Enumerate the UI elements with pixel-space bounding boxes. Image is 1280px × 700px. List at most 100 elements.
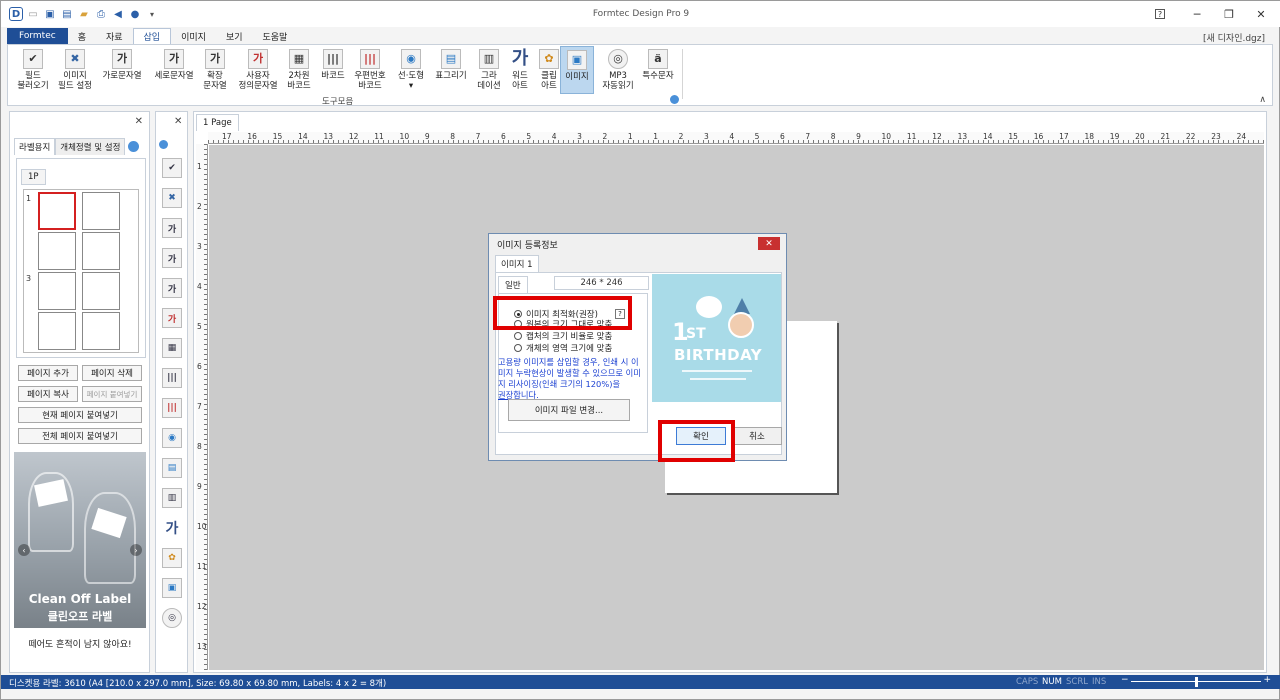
ribbon-separator xyxy=(682,49,683,99)
tab-image[interactable]: 이미지 xyxy=(171,28,216,44)
qr-barcode-button[interactable]: ▦ 2차원 바코드 xyxy=(284,49,314,91)
zoom-out-icon[interactable]: − xyxy=(1121,675,1129,685)
label-cell[interactable] xyxy=(82,272,120,310)
help-icon[interactable]: ? xyxy=(1155,9,1165,19)
postal-barcode-icon[interactable]: ||| xyxy=(162,398,182,418)
label-cell[interactable] xyxy=(82,192,120,230)
vertical-text-button[interactable]: 가 세로문자열 xyxy=(150,49,198,81)
tab-general[interactable]: 일반 xyxy=(498,276,528,294)
ruler-number: 10 xyxy=(881,132,892,141)
shape-icon: ◉ xyxy=(401,49,421,69)
copy-page-button[interactable]: 페이지 복사 xyxy=(18,386,78,402)
ribbon-label: 표그리기 xyxy=(435,71,467,81)
ruler-number: 4 xyxy=(551,132,557,141)
close-icon[interactable]: ✕ xyxy=(758,237,780,250)
tab-scroll-icon[interactable] xyxy=(128,141,140,152)
gradation-icon[interactable]: ▥ xyxy=(162,488,182,508)
advertisement-banner[interactable]: ‹ › Clean Off Label 클린오프 라벨 떼어도 흔적이 남지 않… xyxy=(14,452,146,658)
paste-all-pages-button[interactable]: 전체 페이지 붙여넣기 xyxy=(18,428,142,444)
field-load-button[interactable]: ✔ 필드 불러오기 xyxy=(14,49,52,91)
chevron-left-icon[interactable]: ‹ xyxy=(18,544,30,556)
option-capture-ratio[interactable]: 캡처의 크기 비율로 맞춤 xyxy=(514,330,612,342)
tab-data[interactable]: 자료 xyxy=(96,28,133,44)
horizontal-text-button[interactable]: 가 가로문자열 xyxy=(98,49,146,81)
vertical-text-icon[interactable]: 가 xyxy=(162,248,182,268)
glass-image xyxy=(84,492,136,584)
paste-current-page-button[interactable]: 현재 페이지 붙여넣기 xyxy=(18,407,142,423)
tab-object-align[interactable]: 개체정렬 및 설정 xyxy=(55,138,126,155)
change-image-file-button[interactable]: 이미지 파일 변경... xyxy=(508,399,630,421)
tab-help[interactable]: 도움말 xyxy=(253,28,298,44)
close-icon[interactable]: ✕ xyxy=(1247,5,1275,23)
mp3-button[interactable]: ◎ MP3 자동읽기 xyxy=(596,49,640,91)
ruler-number: 9 xyxy=(424,132,430,141)
label-cell[interactable] xyxy=(38,192,76,230)
label-cell[interactable] xyxy=(38,232,76,270)
collapse-ribbon-icon[interactable]: ∧ xyxy=(1259,95,1266,105)
shape-icon[interactable]: ◉ xyxy=(162,428,182,448)
label-cell[interactable] xyxy=(38,272,76,310)
option-fit-object[interactable]: 개체의 영역 크기에 맞춤 xyxy=(514,342,612,354)
ribbon-label: 세로문자열 xyxy=(154,71,194,81)
label-cell[interactable] xyxy=(38,312,76,350)
tab-formtec[interactable]: Formtec xyxy=(7,28,68,44)
ribbon-panel: ✔ 필드 불러오기 ✖ 이미지 필드 설정 가 가로문자열 가 세로문자열 가 … xyxy=(7,44,1273,107)
line-shape-button[interactable]: ◉ 선·도형 ▾ xyxy=(394,49,428,91)
zoom-slider[interactable]: − + xyxy=(1121,675,1271,687)
table-icon[interactable]: ▤ xyxy=(162,458,182,478)
tab-view[interactable]: 보기 xyxy=(216,28,253,44)
tab-image-1[interactable]: 이미지 1 xyxy=(495,255,539,272)
ruler-number: 3 xyxy=(197,242,202,251)
add-page-button[interactable]: 페이지 추가 xyxy=(18,365,78,381)
table-button[interactable]: ▤ 표그리기 xyxy=(432,49,470,81)
word-art-button[interactable]: 가 워드 아트 xyxy=(508,49,532,92)
gradation-button[interactable]: ▥ 그라 데이션 xyxy=(474,49,504,91)
ad-tagline: 떼어도 흔적이 남지 않아요! xyxy=(14,628,146,658)
paste-page-button[interactable]: 페이지 붙여넣기 xyxy=(82,386,142,402)
ruler-number: 7 xyxy=(475,132,481,141)
tools-scroll-icon[interactable] xyxy=(159,140,168,149)
group-dialog-launcher-icon[interactable] xyxy=(670,95,679,104)
cancel-button[interactable]: 취소 xyxy=(732,427,782,445)
tab-home[interactable]: 홈 xyxy=(68,28,96,44)
custom-text-button[interactable]: 가 사용자 정의문자열 xyxy=(234,49,282,91)
clip-art-button[interactable]: ✿ 클립 아트 xyxy=(536,49,562,91)
image-field-icon[interactable]: ✖ xyxy=(162,188,182,208)
barcode-button[interactable]: ||| 바코드 xyxy=(318,49,348,81)
tab-insert[interactable]: 삽입 xyxy=(132,28,172,44)
expanded-text-icon[interactable]: 가 xyxy=(162,278,182,298)
qr-code-icon[interactable]: ▦ xyxy=(162,338,182,358)
image-icon[interactable]: ▣ xyxy=(162,578,182,598)
tab-label-paper[interactable]: 라벨용지 xyxy=(14,138,56,155)
custom-text-icon[interactable]: 가 xyxy=(162,308,182,328)
label-cell[interactable] xyxy=(82,312,120,350)
zoom-in-icon[interactable]: + xyxy=(1263,675,1271,685)
close-icon[interactable]: ✕ xyxy=(135,116,143,127)
barcode-icon[interactable]: ||| xyxy=(162,368,182,388)
mp3-icon[interactable]: ◎ xyxy=(162,608,182,628)
zoom-thumb[interactable] xyxy=(1195,677,1198,687)
chevron-right-icon[interactable]: › xyxy=(130,544,142,556)
special-char-button[interactable]: ä 특수문자 xyxy=(640,49,676,81)
ruler-number: 8 xyxy=(450,132,456,141)
expanded-text-button[interactable]: 가 확장 문자열 xyxy=(200,49,230,91)
label-cell[interactable] xyxy=(82,232,120,270)
ribbon-label: 워드 아트 xyxy=(512,71,528,91)
delete-page-button[interactable]: 페이지 삭제 xyxy=(82,365,142,381)
word-art-icon[interactable]: 가 xyxy=(162,518,182,538)
close-icon[interactable]: ✕ xyxy=(174,116,182,127)
page-tab[interactable]: 1P xyxy=(21,169,46,185)
check-icon[interactable]: ✔ xyxy=(162,158,182,178)
postal-barcode-button[interactable]: ||| 우편번호 바코드 xyxy=(350,49,390,91)
expanded-text-icon: 가 xyxy=(205,49,225,69)
page-tab[interactable]: 1 Page xyxy=(196,114,239,131)
clip-art-icon[interactable]: ✿ xyxy=(162,548,182,568)
minimize-icon[interactable]: ─ xyxy=(1183,5,1211,23)
barcode-icon: ||| xyxy=(323,49,343,69)
image-button[interactable]: ▣ 이미지 xyxy=(560,46,594,94)
image-field-button[interactable]: ✖ 이미지 필드 설정 xyxy=(56,49,94,91)
horizontal-text-icon[interactable]: 가 xyxy=(162,218,182,238)
restore-icon[interactable]: ❐ xyxy=(1215,5,1243,23)
ruler-number: 14 xyxy=(298,132,308,141)
ruler-number: 16 xyxy=(1033,132,1044,141)
